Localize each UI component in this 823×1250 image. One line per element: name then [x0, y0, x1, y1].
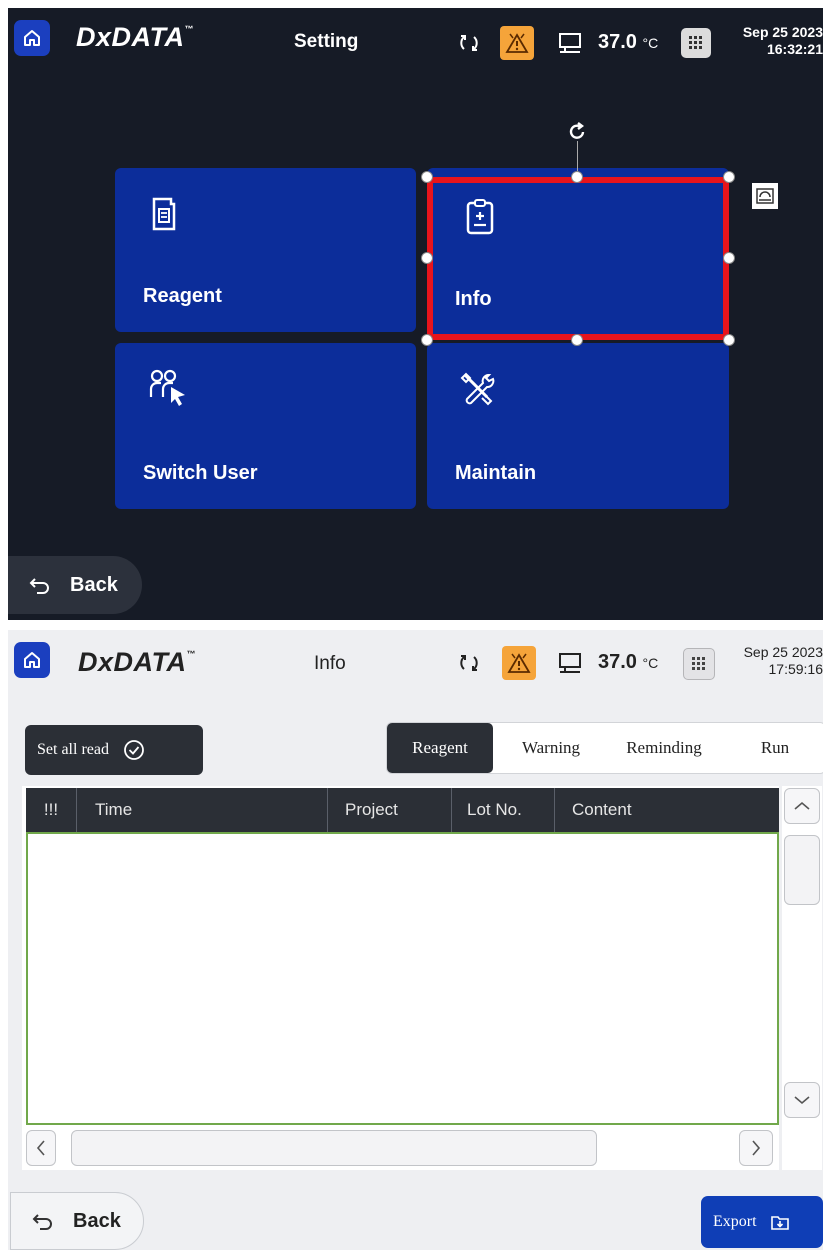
- chevron-up-icon: [794, 801, 810, 810]
- tile-label: Reagent: [143, 285, 222, 307]
- home-button[interactable]: [14, 20, 50, 56]
- layout-options-icon[interactable]: [752, 183, 778, 209]
- column-header-alert[interactable]: !!!: [26, 788, 77, 832]
- brand-logo: DxDATA™: [78, 647, 196, 677]
- sync-icon[interactable]: [454, 28, 484, 58]
- keypad-icon: [692, 657, 705, 670]
- back-button[interactable]: Back: [8, 556, 142, 614]
- column-header-lot-no[interactable]: Lot No.: [452, 788, 555, 832]
- tile-info[interactable]: Info: [427, 168, 729, 340]
- tab-warning[interactable]: Warning: [499, 723, 603, 773]
- home-button[interactable]: [14, 642, 50, 678]
- info-tabs: Reagent Warning Reminding Run: [386, 722, 823, 774]
- table-header: !!! Time Project Lot No. Content: [26, 788, 779, 832]
- tab-reminding[interactable]: Reminding: [609, 723, 719, 773]
- tile-reagent[interactable]: Reagent: [115, 168, 416, 332]
- back-arrow-icon: [29, 578, 49, 594]
- temperature-readout: 37.0 °C: [598, 651, 659, 673]
- export-button[interactable]: Export: [701, 1196, 823, 1248]
- wrench-screwdriver-icon: [459, 371, 495, 412]
- table-body[interactable]: [26, 832, 779, 1125]
- clipboard-info-icon: [465, 198, 495, 241]
- export-folder-icon: [770, 1216, 789, 1230]
- resize-handle[interactable]: [421, 334, 433, 346]
- warning-icon: [507, 653, 531, 673]
- resize-handle[interactable]: [421, 171, 433, 183]
- warning-icon: [505, 33, 529, 53]
- warning-alert-button[interactable]: [502, 646, 536, 680]
- back-arrow-icon: [32, 1214, 52, 1230]
- tab-reagent[interactable]: Reagent: [387, 723, 493, 773]
- scroll-up-button[interactable]: [784, 788, 820, 824]
- column-header-content[interactable]: Content: [555, 788, 779, 832]
- page-title: Setting: [294, 31, 359, 52]
- keypad-button[interactable]: [681, 28, 711, 58]
- rotate-handle-icon[interactable]: [566, 121, 588, 148]
- tile-switch-user[interactable]: Switch User: [115, 343, 416, 509]
- instrument-status-icon: [553, 26, 587, 60]
- back-label: Back: [73, 1209, 121, 1232]
- set-all-read-label: Set all read: [37, 741, 109, 758]
- back-button[interactable]: Back: [10, 1192, 144, 1250]
- chevron-down-icon: [794, 1096, 810, 1105]
- info-table: !!! Time Project Lot No. Content: [22, 786, 779, 1170]
- tile-label: Maintain: [455, 462, 537, 484]
- resize-handle[interactable]: [723, 171, 735, 183]
- chevron-right-icon: [752, 1140, 761, 1156]
- info-screen: DxDATA™ Info 37.0 °C Sep 25 2023 17:59:1…: [8, 630, 823, 1250]
- switch-user-icon: [149, 369, 189, 412]
- home-icon: [24, 652, 40, 668]
- column-header-project[interactable]: Project: [328, 788, 452, 832]
- time-text: 16:32:21: [766, 41, 823, 57]
- instrument-status-icon: [553, 646, 587, 680]
- scroll-right-button[interactable]: [739, 1130, 773, 1166]
- set-all-read-button[interactable]: Set all read: [25, 725, 203, 775]
- date-text: Sep 25 2023: [743, 644, 823, 660]
- tile-label: Switch User: [143, 462, 258, 484]
- date-time: Sep 25 2023 17:59:16: [720, 644, 823, 678]
- scroll-down-button[interactable]: [784, 1082, 820, 1118]
- keypad-icon: [689, 36, 702, 49]
- reagent-bottle-icon: [149, 196, 179, 237]
- date-text: Sep 25 2023: [742, 24, 823, 40]
- time-text: 17:59:16: [768, 661, 823, 677]
- chevron-left-icon: [36, 1140, 45, 1156]
- vertical-scrollbar-thumb[interactable]: [784, 835, 820, 905]
- export-label: Export: [713, 1213, 757, 1230]
- resize-handle[interactable]: [571, 171, 583, 183]
- tab-run[interactable]: Run: [733, 723, 817, 773]
- resize-handle[interactable]: [723, 252, 735, 264]
- scroll-left-button[interactable]: [26, 1130, 56, 1166]
- tile-maintain[interactable]: Maintain: [427, 343, 729, 509]
- tile-label: Info: [455, 288, 492, 310]
- column-header-time[interactable]: Time: [77, 788, 328, 832]
- check-circle-icon: [124, 740, 144, 760]
- setting-screen: DxDATA™ Setting 37.0 °C Sep 25 2023 16:3…: [8, 8, 823, 620]
- brand-logo: DxDATA™: [76, 22, 194, 52]
- vertical-scrollbar: [782, 786, 822, 1170]
- date-time: Sep 25 2023 16:32:21: [720, 24, 823, 58]
- resize-handle[interactable]: [571, 334, 583, 346]
- sync-icon[interactable]: [454, 648, 484, 678]
- home-icon: [24, 30, 40, 46]
- page-title: Info: [314, 653, 346, 674]
- resize-handle[interactable]: [421, 252, 433, 264]
- horizontal-scrollbar-thumb[interactable]: [71, 1130, 597, 1166]
- resize-handle[interactable]: [723, 334, 735, 346]
- keypad-button[interactable]: [683, 648, 715, 680]
- warning-alert-button[interactable]: [500, 26, 534, 60]
- back-label: Back: [70, 573, 118, 596]
- temperature-readout: 37.0 °C: [598, 31, 659, 53]
